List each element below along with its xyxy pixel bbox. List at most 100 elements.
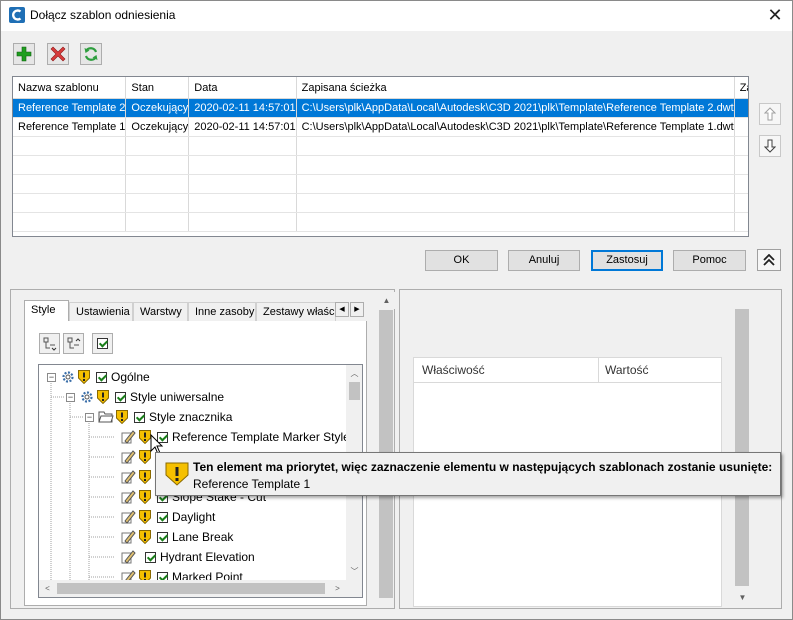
tree-expander[interactable]: −	[66, 392, 75, 402]
plus-icon	[16, 46, 32, 62]
apply-button[interactable]: Zastosuj	[591, 250, 663, 271]
left-pane-scroll-up[interactable]: ▲	[378, 292, 395, 309]
tab-layers[interactable]: Warstwy	[133, 302, 188, 321]
tree-item-checkbox[interactable]	[134, 411, 145, 423]
table-header-row: Nazwa szablonu Stan Data Zapisana ścieżk…	[13, 77, 748, 99]
cell-date: 2020-02-11 14:57:01	[188, 117, 297, 137]
templates-grid: Nazwa szablonu Stan Data Zapisana ścieżk…	[12, 76, 749, 237]
style-pen-icon	[121, 470, 136, 484]
cell-load	[734, 98, 748, 118]
tree-vscroll-thumb[interactable]	[349, 382, 360, 400]
tree-item-checkbox[interactable]	[115, 391, 126, 403]
empty-row	[13, 174, 748, 194]
props-header: Właściwość Wartość	[414, 358, 721, 383]
tooltip-body: Reference Template 1	[193, 477, 311, 491]
close-icon[interactable]: ✕	[760, 2, 790, 28]
chevron-right-icon: ▶	[354, 306, 360, 313]
double-chevron-up-icon	[763, 254, 775, 266]
column-header-value[interactable]: Wartość	[605, 363, 649, 377]
tree-item-checkbox[interactable]	[157, 531, 168, 543]
tab-styles[interactable]: Style	[24, 300, 69, 321]
refresh-button[interactable]	[80, 43, 102, 65]
cell-name: Reference Template 1	[13, 117, 127, 137]
warning-shield-icon	[116, 410, 128, 424]
style-pen-icon	[121, 430, 136, 444]
tree-item[interactable]: Daylight	[121, 507, 215, 527]
column-header-path[interactable]: Zapisana ścieżka	[296, 77, 735, 99]
ok-button[interactable]: OK	[425, 250, 498, 271]
column-header-status[interactable]: Stan	[125, 77, 190, 99]
move-up-button[interactable]	[759, 103, 781, 125]
collapse-all-button[interactable]	[63, 333, 84, 354]
tree-item[interactable]: Lane Break	[121, 527, 233, 547]
tree-hscroll-thumb[interactable]	[57, 583, 325, 594]
tree-item-checkbox[interactable]	[145, 551, 156, 563]
column-header-name[interactable]: Nazwa szablonu	[13, 77, 127, 99]
collapse-tree-icon	[67, 337, 80, 348]
remove-template-button[interactable]	[47, 43, 69, 65]
table-row[interactable]: Reference Template 1 Oczekujący 2020-02-…	[13, 117, 748, 137]
tree-item-label: Reference Template Marker Style	[172, 430, 350, 444]
tree-item[interactable]: Hydrant Elevation	[121, 547, 255, 567]
style-pen-icon	[121, 490, 136, 504]
tab-settings[interactable]: Ustawienia	[69, 302, 133, 321]
tree-scroll-down-icon[interactable]: ﹀	[346, 563, 362, 580]
style-pen-icon	[121, 510, 136, 524]
column-header-load[interactable]: Załaduj	[734, 77, 748, 99]
cell-path: C:\Users\plk\AppData\Local\Autodesk\C3D …	[296, 98, 735, 118]
expand-tree-icon	[43, 337, 56, 351]
empty-row	[13, 155, 748, 175]
cell-path: C:\Users\plk\AppData\Local\Autodesk\C3D …	[296, 117, 735, 137]
dialog-title: Dołącz szablon odniesienia	[30, 8, 176, 22]
tab-other-resources[interactable]: Inne zasoby	[188, 302, 256, 321]
templates-table: Nazwa szablonu Stan Data Zapisana ścieżk…	[13, 77, 748, 232]
priority-tooltip: Ten element ma priorytet, więc zaznaczen…	[155, 452, 781, 496]
column-header-property[interactable]: Właściwość	[422, 363, 485, 377]
tree-item-checkbox[interactable]	[96, 371, 107, 383]
table-row[interactable]: Reference Template 2 Oczekujący 2020-02-…	[13, 98, 748, 118]
tree-item[interactable]: − Style znacznika	[85, 407, 232, 427]
warning-shield-icon	[139, 530, 151, 544]
tab-property-sets[interactable]: Zestawy właściwości	[256, 302, 336, 321]
cancel-button[interactable]: Anuluj	[508, 250, 580, 271]
tree-item[interactable]: − Ogólne	[47, 367, 150, 387]
tree-item[interactable]: − Style uniwersalne	[66, 387, 224, 407]
empty-row	[13, 136, 748, 156]
expand-all-button[interactable]	[39, 333, 60, 354]
style-pen-icon	[121, 550, 136, 564]
tree-scroll-up-icon[interactable]: ︿	[346, 365, 362, 382]
tree-item-label: Ogólne	[111, 370, 150, 384]
tab-scroll-right[interactable]: ▶	[350, 302, 364, 317]
cell-date: 2020-02-11 14:57:01	[188, 98, 297, 118]
empty-row	[13, 193, 748, 213]
collapse-panel-button[interactable]	[757, 249, 781, 271]
right-scroll-down-icon[interactable]: ▼	[734, 589, 751, 606]
tree-item-label: Hydrant Elevation	[160, 550, 255, 564]
cell-status: Oczekujący	[125, 98, 190, 118]
right-pane-scroll-thumb[interactable]	[735, 309, 749, 586]
tree-item-label: Style znacznika	[149, 410, 233, 424]
tab-scroll-left[interactable]: ◀	[335, 302, 349, 317]
move-down-button[interactable]	[759, 135, 781, 157]
tree-hscrollbar[interactable]: < >	[39, 580, 346, 597]
tree-scroll-left-icon[interactable]: <	[39, 580, 56, 597]
help-button[interactable]: Pomoc	[673, 250, 746, 271]
checkbox-icon	[97, 338, 108, 349]
add-template-button[interactable]	[13, 43, 35, 65]
tree-expander[interactable]: −	[47, 372, 56, 382]
cell-name: Reference Template 2	[13, 98, 127, 118]
civil3d-app-icon	[9, 7, 25, 23]
gear-icon	[62, 371, 74, 383]
tree-item-checkbox[interactable]	[157, 511, 168, 523]
check-all-button[interactable]	[92, 333, 113, 354]
tree-item-label: Daylight	[172, 510, 216, 524]
scroll-up-icon: ▲	[378, 292, 395, 309]
tree-expander[interactable]: −	[85, 412, 94, 422]
tree-item-label: Style uniwersalne	[130, 390, 225, 404]
warning-shield-icon	[165, 462, 189, 486]
column-header-date[interactable]: Data	[188, 77, 297, 99]
column-divider	[598, 358, 599, 382]
tree-scroll-right-icon[interactable]: >	[329, 580, 346, 597]
right-pane-scrollbar[interactable]: ▼	[734, 291, 751, 608]
gear-icon	[81, 391, 93, 403]
